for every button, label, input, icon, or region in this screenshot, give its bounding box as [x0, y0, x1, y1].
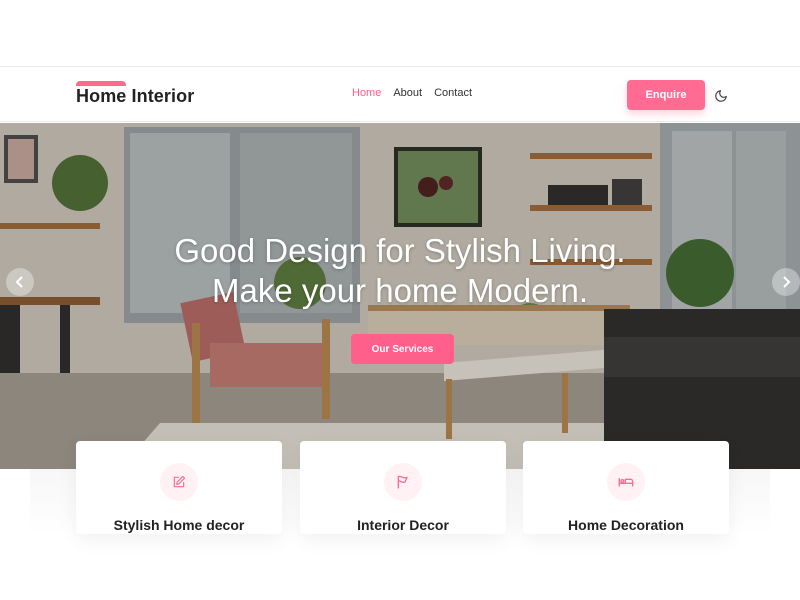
- hero-title-line-1: Good Design for Stylish Living.: [174, 232, 626, 269]
- enquire-button[interactable]: Enquire: [627, 80, 705, 110]
- nav-link-contact[interactable]: Contact: [434, 87, 472, 99]
- feature-card[interactable]: Home Decoration: [523, 441, 729, 534]
- bed-icon: [607, 463, 645, 501]
- nav-link-about[interactable]: About: [393, 87, 422, 99]
- feature-title: Interior Decor: [357, 517, 449, 533]
- carousel-next-button[interactable]: [772, 268, 800, 296]
- chevron-left-icon: [15, 276, 23, 288]
- navbar: Home Interior Home About Contact Enquire: [0, 66, 800, 122]
- nav-link-home[interactable]: Home: [352, 87, 381, 99]
- chevron-right-icon: [783, 276, 791, 288]
- hero-title: Good Design for Stylish Living. Make you…: [0, 231, 800, 311]
- feature-title: Stylish Home decor: [113, 517, 245, 533]
- feature-card[interactable]: Interior Decor: [300, 441, 506, 534]
- our-services-button[interactable]: Our Services: [351, 334, 454, 364]
- hero-carousel: Good Design for Stylish Living. Make you…: [0, 123, 800, 469]
- flag-icon: [384, 463, 422, 501]
- edit-icon: [160, 463, 198, 501]
- main-nav: Home About Contact: [352, 87, 472, 99]
- carousel-prev-button[interactable]: [6, 268, 34, 296]
- hero-title-line-2: Make your home Modern.: [211, 272, 588, 309]
- feature-title: Home Decoration: [568, 517, 684, 533]
- moon-icon[interactable]: [714, 89, 728, 103]
- brand-name: Home Interior: [76, 86, 195, 106]
- feature-card[interactable]: Stylish Home decor: [76, 441, 282, 534]
